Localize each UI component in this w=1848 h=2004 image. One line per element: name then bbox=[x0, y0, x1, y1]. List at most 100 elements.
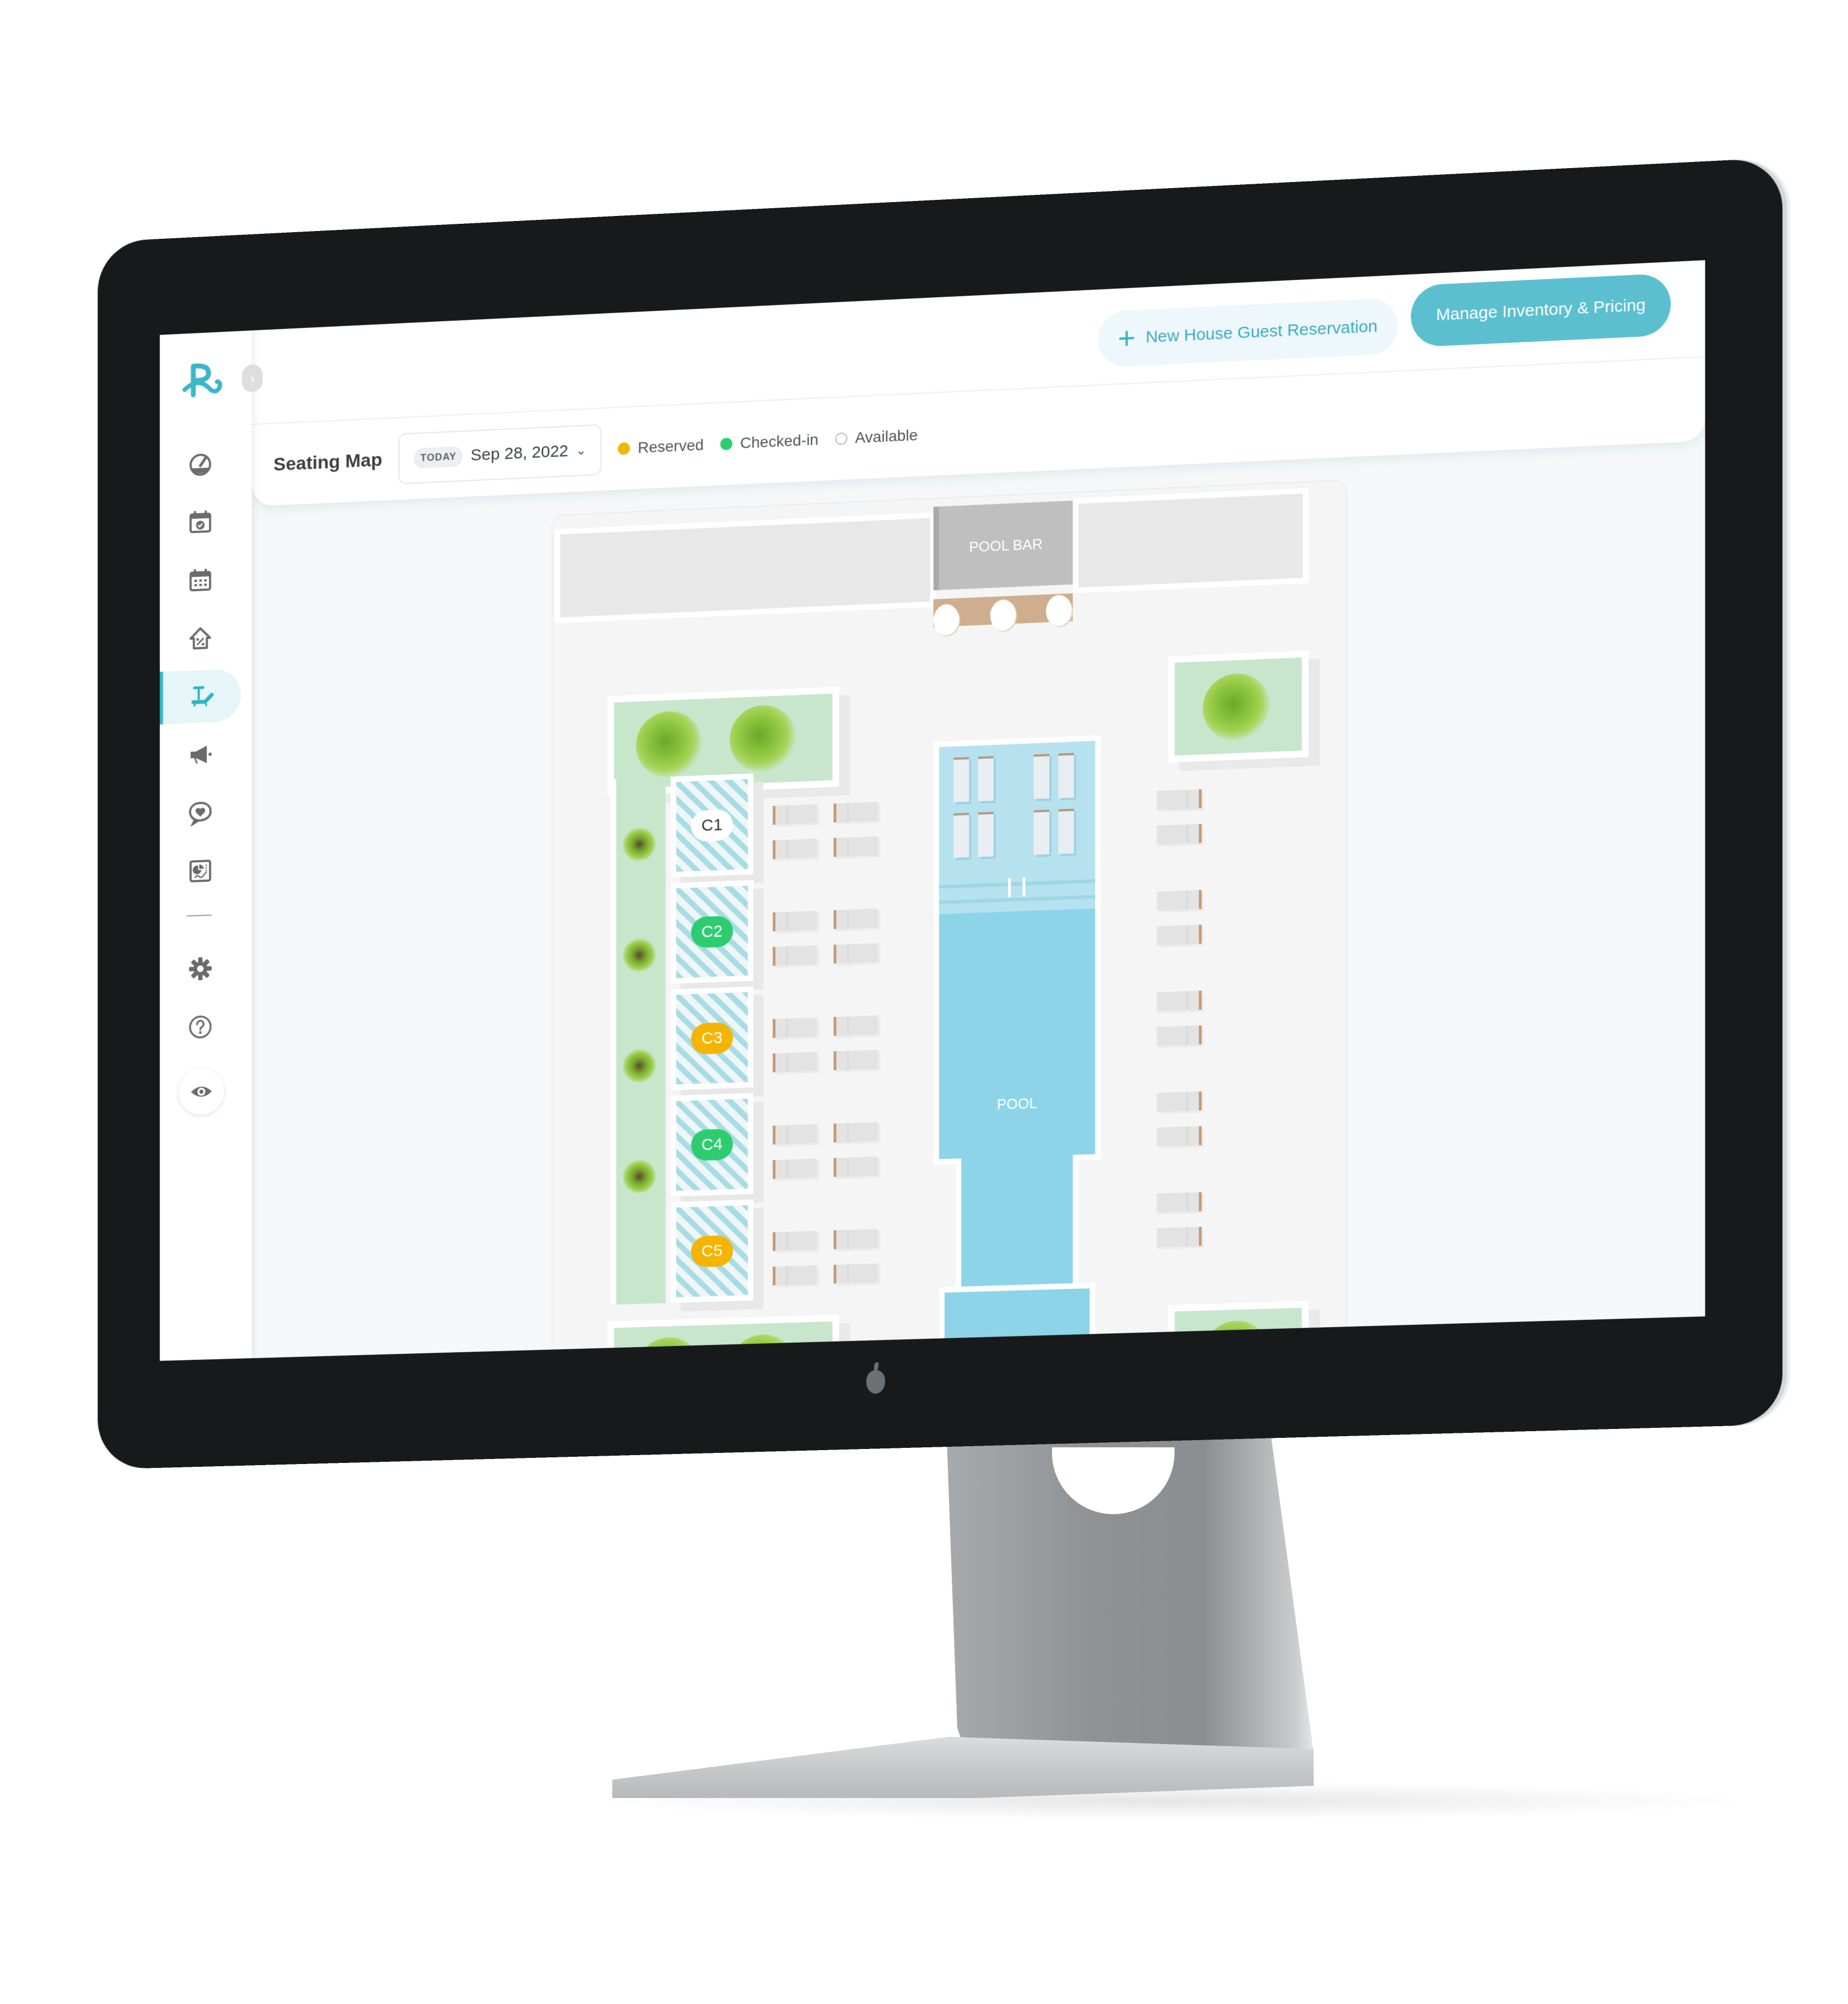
sidebar-item-reports[interactable] bbox=[160, 843, 241, 899]
lounger[interactable] bbox=[1157, 925, 1202, 946]
sidebar-item-seating-map[interactable] bbox=[160, 668, 241, 725]
chat-heart-icon bbox=[188, 799, 214, 827]
pool-lounger[interactable] bbox=[953, 813, 969, 858]
report-chart-icon bbox=[188, 857, 214, 885]
lounger[interactable] bbox=[773, 838, 817, 859]
lounger[interactable] bbox=[1157, 1025, 1202, 1046]
lounger[interactable] bbox=[773, 945, 817, 966]
lounger[interactable] bbox=[773, 1052, 817, 1073]
lounger[interactable] bbox=[773, 1124, 817, 1145]
legend-reserved: Reserved bbox=[618, 436, 704, 458]
pool-lounger[interactable] bbox=[1034, 754, 1050, 799]
lounger[interactable] bbox=[1157, 1091, 1202, 1112]
legend-label: Checked-in bbox=[740, 430, 819, 452]
megaphone-icon bbox=[190, 745, 212, 768]
lounger[interactable] bbox=[1157, 1192, 1202, 1213]
manage-inventory-label: Manage Inventory & Pricing bbox=[1436, 296, 1646, 325]
sidebar-item-calendar[interactable] bbox=[160, 552, 241, 608]
cabana-badge: C3 bbox=[691, 1022, 733, 1055]
sidebar-item-reservations[interactable] bbox=[160, 494, 241, 550]
speedometer-icon bbox=[188, 450, 214, 477]
pool-lounger[interactable] bbox=[953, 757, 969, 803]
building-right bbox=[1073, 488, 1309, 593]
lounger[interactable] bbox=[833, 908, 878, 930]
bar-stool[interactable] bbox=[933, 603, 959, 636]
sidebar bbox=[160, 330, 252, 1361]
sidebar-collapse-toggle[interactable]: › bbox=[242, 364, 263, 393]
pool-lounger[interactable] bbox=[977, 812, 994, 857]
monitor-stand-base bbox=[612, 1737, 1314, 1798]
lounger[interactable] bbox=[773, 1017, 817, 1038]
legend-dot-reserved bbox=[618, 442, 630, 455]
lounger[interactable] bbox=[773, 804, 817, 825]
cabana-c4[interactable]: C4 bbox=[670, 1093, 754, 1197]
pool-channel bbox=[955, 1155, 1079, 1293]
chevron-down-icon: ⌄ bbox=[576, 443, 587, 458]
new-reservation-label: New House Guest Reservation bbox=[1146, 317, 1378, 347]
pool-bar[interactable]: POOL BAR bbox=[933, 500, 1073, 591]
sidebar-item-settings[interactable] bbox=[160, 941, 241, 996]
cabana-c3[interactable]: C3 bbox=[670, 986, 754, 1091]
sidebar-item-feedback[interactable] bbox=[160, 785, 241, 841]
lounger[interactable] bbox=[773, 1231, 817, 1251]
shrub-icon bbox=[622, 937, 656, 972]
lounger[interactable] bbox=[773, 911, 817, 932]
pool[interactable]: POOL bbox=[933, 735, 1101, 1361]
pool-lounger[interactable] bbox=[1058, 753, 1074, 798]
shrub-icon bbox=[622, 1048, 656, 1083]
date-picker[interactable]: TODAY Sep 28, 2022 ⌄ bbox=[399, 424, 602, 484]
app-screen: › + New House Guest Reservation Manage I… bbox=[160, 260, 1706, 1361]
question-circle-icon bbox=[188, 1013, 214, 1040]
bar-stool[interactable] bbox=[990, 599, 1016, 632]
lounger[interactable] bbox=[833, 836, 878, 857]
legend-label: Available bbox=[855, 426, 918, 446]
lounger[interactable] bbox=[833, 1122, 878, 1143]
lounger[interactable] bbox=[833, 1229, 878, 1250]
sidebar-item-marketing[interactable] bbox=[160, 726, 241, 783]
lounger[interactable] bbox=[1157, 890, 1202, 911]
lounger[interactable] bbox=[1157, 789, 1202, 811]
pool-lounger[interactable] bbox=[1058, 808, 1074, 854]
lounger[interactable] bbox=[1157, 1126, 1202, 1147]
lounger[interactable] bbox=[833, 1015, 878, 1036]
lounger[interactable] bbox=[833, 1263, 878, 1284]
lounger[interactable] bbox=[1157, 1226, 1202, 1247]
legend-checked-in: Checked-in bbox=[720, 431, 818, 453]
lounger[interactable] bbox=[833, 1050, 878, 1070]
pool-lounger[interactable] bbox=[977, 756, 994, 802]
bar-stool[interactable] bbox=[1046, 594, 1072, 627]
pool-ladder bbox=[1023, 877, 1026, 897]
sidebar-item-dashboard[interactable] bbox=[160, 435, 241, 492]
brand-logo-icon[interactable] bbox=[181, 359, 225, 405]
lounger[interactable] bbox=[773, 1158, 817, 1179]
manage-inventory-pricing-button[interactable]: Manage Inventory & Pricing bbox=[1411, 273, 1671, 348]
tree-icon bbox=[636, 710, 702, 779]
sidebar-item-help[interactable] bbox=[160, 999, 241, 1055]
lounger[interactable] bbox=[1157, 824, 1202, 845]
tree-icon bbox=[1202, 672, 1271, 743]
cabana-badge: C2 bbox=[691, 915, 733, 949]
sidebar-item-promotions[interactable] bbox=[160, 610, 241, 666]
garden-strip bbox=[611, 777, 666, 1305]
legend-dot-checked-in bbox=[720, 438, 733, 450]
cabana-c1[interactable]: C1 bbox=[670, 773, 754, 878]
apple-logo-icon bbox=[863, 1362, 888, 1396]
lounger[interactable] bbox=[833, 943, 878, 964]
today-badge[interactable]: TODAY bbox=[414, 445, 463, 469]
tree-icon bbox=[1202, 1320, 1271, 1361]
new-house-guest-reservation-button[interactable]: + New House Guest Reservation bbox=[1098, 297, 1398, 368]
preview-button[interactable] bbox=[179, 1068, 224, 1116]
sidebar-divider bbox=[186, 914, 212, 917]
lounger[interactable] bbox=[1157, 990, 1202, 1011]
lounger[interactable] bbox=[773, 1265, 817, 1286]
lounger[interactable] bbox=[833, 802, 878, 823]
eye-icon bbox=[191, 1086, 212, 1097]
cabana-badge: C5 bbox=[691, 1235, 733, 1268]
cabana-c5[interactable]: C5 bbox=[670, 1199, 754, 1303]
lounger[interactable] bbox=[833, 1156, 878, 1177]
calendar-check-icon bbox=[188, 508, 214, 536]
cabana-c2[interactable]: C2 bbox=[670, 880, 754, 984]
house-discount-icon bbox=[188, 625, 214, 652]
pool-lounger[interactable] bbox=[1034, 809, 1050, 855]
beach-chair-icon bbox=[189, 682, 215, 710]
